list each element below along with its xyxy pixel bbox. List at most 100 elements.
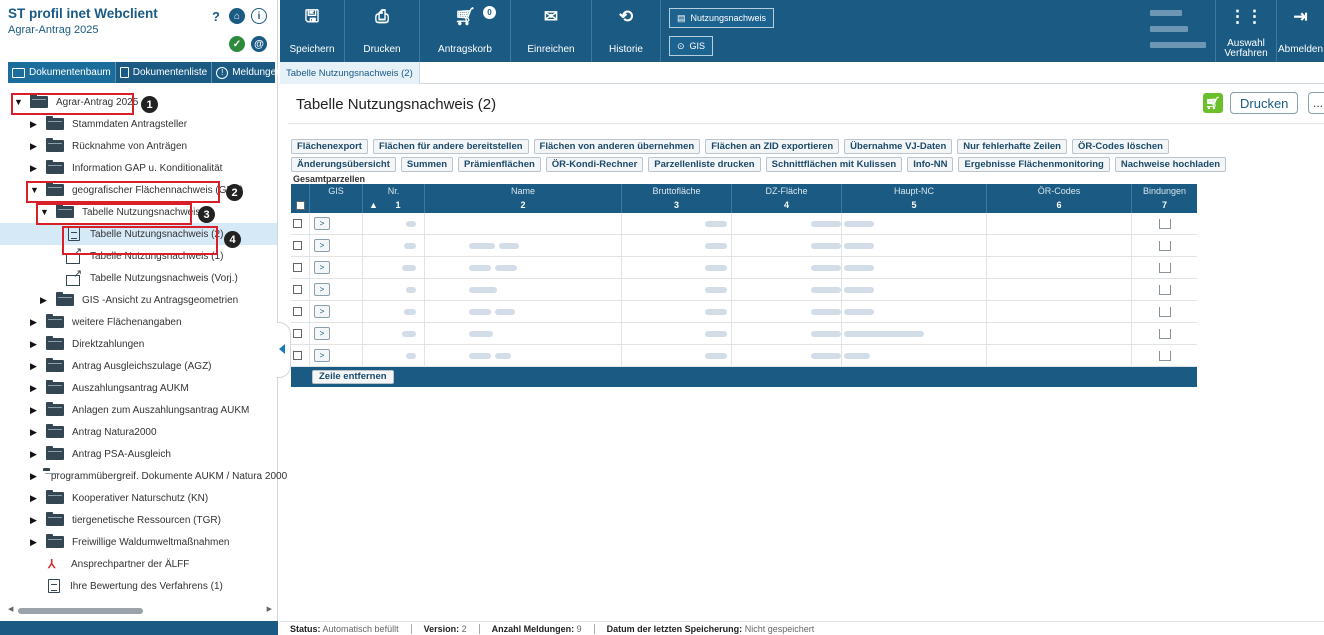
monitoring-results-button[interactable]: Ergebnisse Flächenmonitoring bbox=[958, 157, 1110, 172]
info-nn-button[interactable]: Info-NN bbox=[907, 157, 954, 172]
row-checkbox[interactable] bbox=[293, 351, 302, 360]
save-button[interactable]: 🖫 Speichern bbox=[280, 0, 344, 62]
collapsed-arrow-icon[interactable]: ▶ bbox=[30, 471, 37, 482]
row-checkbox[interactable] bbox=[293, 285, 302, 294]
oer-kondi-calculator-button[interactable]: ÖR-Kondi-Rechner bbox=[545, 157, 644, 172]
scroll-left-icon[interactable]: ◀ bbox=[8, 605, 13, 613]
provide-areas-button[interactable]: Flächen für andere bereitstellen bbox=[372, 139, 529, 154]
take-areas-button[interactable]: Flächen von anderen übernehmen bbox=[533, 139, 701, 154]
import-last-year-button[interactable]: Übernahme VJ-Daten bbox=[844, 139, 953, 154]
row-checkbox[interactable] bbox=[293, 263, 302, 272]
row-checkbox[interactable] bbox=[293, 329, 302, 338]
gis-link[interactable]: ⊙ GIS bbox=[669, 36, 714, 56]
collapsed-arrow-icon[interactable]: ▶ bbox=[30, 383, 40, 394]
collapsed-arrow-icon[interactable]: ▶ bbox=[30, 119, 40, 130]
sort-ascending-icon[interactable]: ▲ bbox=[369, 200, 378, 210]
collapsed-arrow-icon[interactable]: ▶ bbox=[30, 163, 40, 174]
add-to-cart-icon[interactable]: 🛒︎ bbox=[1203, 93, 1223, 113]
open-gis-button[interactable]: > bbox=[314, 349, 330, 362]
check-icon[interactable]: ✓ bbox=[229, 36, 245, 52]
bindungen-checkbox[interactable] bbox=[1158, 328, 1171, 339]
table-row[interactable]: > bbox=[291, 235, 1197, 257]
tab-meldungen[interactable]: ! Meldungen bbox=[212, 62, 287, 83]
tree-node[interactable]: ▶ Kooperativer Naturschutz (KN) bbox=[0, 487, 277, 509]
header-cell-bindungen[interactable]: Bindungen bbox=[1132, 184, 1197, 197]
header-cell-haupt-nc[interactable]: Haupt-NC bbox=[842, 184, 987, 197]
tree-node[interactable]: ▶ programmübergreif. Dokumente AUKM / Na… bbox=[0, 465, 287, 487]
sums-button[interactable]: Summen bbox=[400, 157, 454, 172]
mail-at-icon[interactable]: @ bbox=[251, 36, 267, 52]
tree-node[interactable]: ▶ Antrag PSA-Ausgleich bbox=[0, 443, 277, 465]
intersections-button[interactable]: Schnittflächen mit Kulissen bbox=[765, 157, 903, 172]
collapsed-arrow-icon[interactable]: ▶ bbox=[30, 339, 40, 350]
scrollbar-thumb[interactable] bbox=[18, 608, 143, 614]
tree-node[interactable]: ▶ GIS -Ansicht zu Antragsgeometrien bbox=[0, 289, 277, 311]
tree-node[interactable]: ▶ Rücknahme von Anträgen bbox=[0, 135, 277, 157]
header-cell-oer-codes[interactable]: ÖR-Codes bbox=[987, 184, 1132, 197]
tree-node[interactable]: ▶ Antrag Ausgleichszulage (AGZ) bbox=[0, 355, 277, 377]
help-icon[interactable]: ? bbox=[209, 9, 223, 24]
bindungen-checkbox[interactable] bbox=[1158, 218, 1171, 229]
tree-node[interactable]: ⅄ Ansprechpartner der ÄLFF bbox=[0, 553, 277, 575]
open-gis-button[interactable]: > bbox=[314, 239, 330, 252]
cart-button[interactable]: 🛒︎ 0 Antragskorb bbox=[420, 0, 510, 62]
export-zid-button[interactable]: Flächen an ZID exportieren bbox=[705, 139, 840, 154]
open-gis-button[interactable]: > bbox=[314, 305, 330, 318]
collapsed-arrow-icon[interactable]: ▶ bbox=[30, 537, 40, 548]
collapsed-arrow-icon[interactable]: ▶ bbox=[30, 427, 40, 438]
upload-proofs-button[interactable]: Nachweise hochladen bbox=[1114, 157, 1227, 172]
row-checkbox[interactable] bbox=[293, 241, 302, 250]
tree-node[interactable]: Tabelle Nutzungsnachweis (Vorj.) bbox=[0, 267, 277, 289]
print-button[interactable]: Drucken bbox=[1230, 92, 1299, 114]
open-gis-button[interactable]: > bbox=[314, 283, 330, 296]
collapsed-arrow-icon[interactable]: ▶ bbox=[30, 141, 40, 152]
table-row[interactable]: > bbox=[291, 279, 1197, 301]
open-gis-button[interactable]: > bbox=[314, 261, 330, 274]
tree-node[interactable]: ▶ Stammdaten Antragsteller bbox=[0, 113, 277, 135]
only-error-rows-button[interactable]: Nur fehlerhafte Zeilen bbox=[957, 139, 1067, 154]
tree-node[interactable]: ▶ Freiwillige Waldumweltmaßnahmen bbox=[0, 531, 277, 553]
tree-node[interactable]: ▶ Direktzahlungen bbox=[0, 333, 277, 355]
submit-button[interactable]: ✉ Einreichen bbox=[511, 0, 591, 62]
history-button[interactable]: ⟲ Historie bbox=[592, 0, 660, 62]
select-procedure-button[interactable]: ⋮⋮ Auswahl Verfahren bbox=[1216, 0, 1276, 62]
select-all-checkbox[interactable] bbox=[295, 200, 305, 210]
collapsed-arrow-icon[interactable]: ▶ bbox=[30, 449, 40, 460]
collapsed-arrow-icon[interactable]: ▶ bbox=[30, 493, 40, 504]
tab-tabelle-nutzungsnachweis-2[interactable]: Tabelle Nutzungsnachweis (2) bbox=[280, 62, 420, 84]
tab-dokumentenbaum[interactable]: Dokumentenbaum bbox=[8, 62, 116, 83]
tree-node[interactable]: ▶ weitere Flächenangaben bbox=[0, 311, 277, 333]
collapsed-arrow-icon[interactable]: ▶ bbox=[30, 317, 40, 328]
bindungen-checkbox[interactable] bbox=[1158, 240, 1171, 251]
tree-node[interactable]: Ihre Bewertung des Verfahrens (1) bbox=[0, 575, 277, 597]
collapsed-arrow-icon[interactable]: ▶ bbox=[40, 295, 50, 306]
more-button[interactable]: ... bbox=[1308, 92, 1324, 114]
scroll-right-icon[interactable]: ▶ bbox=[267, 605, 272, 613]
header-cell-bruttoflaeche[interactable]: Bruttofläche bbox=[622, 184, 732, 197]
header-cell-nr[interactable]: Nr. bbox=[363, 184, 425, 197]
change-overview-button[interactable]: Änderungsübersicht bbox=[291, 157, 396, 172]
table-row[interactable]: > bbox=[291, 345, 1197, 367]
premium-areas-button[interactable]: Prämienflächen bbox=[458, 157, 541, 172]
row-checkbox[interactable] bbox=[293, 307, 302, 316]
tree-node[interactable]: ▶ tiergenetische Ressourcen (TGR) bbox=[0, 509, 277, 531]
collapsed-arrow-icon[interactable]: ▶ bbox=[30, 515, 40, 526]
bindungen-checkbox[interactable] bbox=[1158, 350, 1171, 361]
bindungen-checkbox[interactable] bbox=[1158, 284, 1171, 295]
print-parcel-list-button[interactable]: Parzellenliste drucken bbox=[648, 157, 761, 172]
remove-row-button[interactable]: Zeile entfernen bbox=[312, 370, 394, 384]
tree-horizontal-scrollbar[interactable]: ◀ ▶ bbox=[8, 605, 272, 615]
tree-node[interactable]: ▶ Antrag Natura2000 bbox=[0, 421, 277, 443]
bindungen-checkbox[interactable] bbox=[1158, 306, 1171, 317]
collapsed-arrow-icon[interactable]: ▶ bbox=[30, 405, 40, 416]
table-row[interactable]: > bbox=[291, 323, 1197, 345]
table-row[interactable]: > bbox=[291, 257, 1197, 279]
info-icon[interactable]: i bbox=[251, 8, 267, 24]
collapse-panel-handle[interactable] bbox=[277, 322, 291, 378]
tree-node[interactable]: ▶ Auszahlungsantrag AUKM bbox=[0, 377, 277, 399]
table-row[interactable]: > bbox=[291, 301, 1197, 323]
header-cell-dz-flaeche[interactable]: DZ-Fläche bbox=[732, 184, 842, 197]
print-button[interactable]: ⎙ Drucken bbox=[345, 0, 419, 62]
open-gis-button[interactable]: > bbox=[314, 327, 330, 340]
tree-node[interactable]: ▶ Anlagen zum Auszahlungsantrag AUKM bbox=[0, 399, 277, 421]
